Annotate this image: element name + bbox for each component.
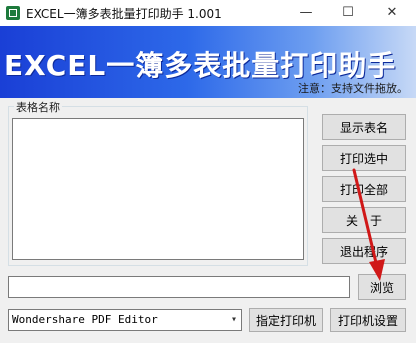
set-printer-button[interactable]: 指定打印机 — [249, 308, 323, 332]
close-button[interactable]: ✕ — [370, 0, 414, 26]
show-sheets-button[interactable]: 显示表名 — [322, 114, 406, 140]
file-path-input[interactable] — [8, 276, 350, 298]
printer-select-value: Wondershare PDF Editor — [12, 313, 158, 326]
minimize-button[interactable]: — — [284, 0, 328, 26]
printer-settings-button[interactable]: 打印机设置 — [330, 308, 406, 332]
chevron-down-icon[interactable]: ▾ — [231, 314, 237, 325]
printer-select[interactable]: Wondershare PDF Editor ▾ — [8, 309, 242, 331]
print-all-button[interactable]: 打印全部 — [322, 176, 406, 202]
banner-title: EXCEL一簿多表批量打印助手 — [4, 49, 397, 82]
banner-note: 注意：支持文件拖放。 — [298, 82, 408, 95]
about-button[interactable]: 关 于 — [322, 207, 406, 233]
print-selected-button[interactable]: 打印选中 — [322, 145, 406, 171]
title-bar: EXCEL一簿多表批量打印助手 1.001 — ☐ ✕ — [0, 0, 416, 26]
browse-button[interactable]: 浏览 — [358, 274, 406, 300]
sheet-name-list[interactable] — [12, 118, 304, 260]
window-title: EXCEL一簿多表批量打印助手 1.001 — [26, 7, 222, 21]
exit-button[interactable]: 退出程序 — [322, 238, 406, 264]
excel-app-icon — [6, 6, 20, 20]
app-banner: EXCEL一簿多表批量打印助手 注意：支持文件拖放。 — [0, 26, 416, 98]
sheet-name-group-label: 表格名称 — [14, 99, 62, 115]
maximize-button[interactable]: ☐ — [326, 0, 370, 26]
